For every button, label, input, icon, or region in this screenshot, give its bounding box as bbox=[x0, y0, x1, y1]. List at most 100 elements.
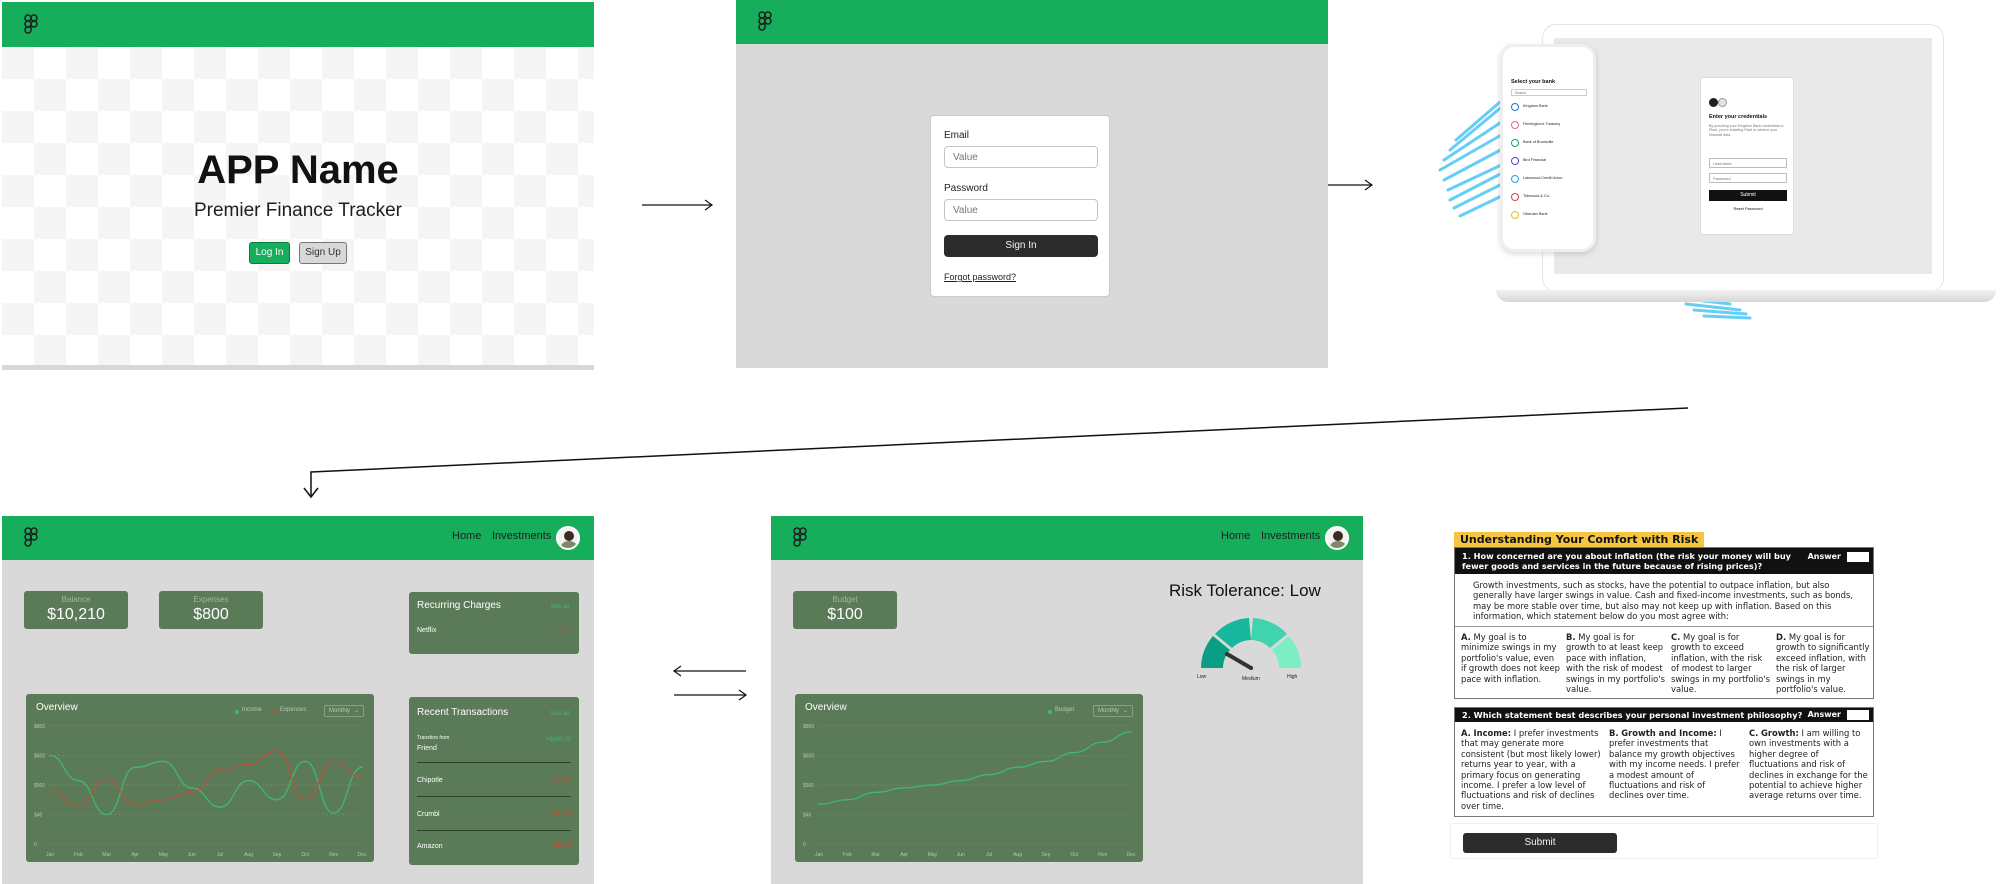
avatar[interactable] bbox=[556, 526, 580, 550]
gauge-high-label: High bbox=[1287, 674, 1298, 680]
password-field[interactable] bbox=[944, 199, 1098, 221]
q1-option-b[interactable]: B. My goal is for growth to at least kee… bbox=[1566, 632, 1666, 694]
list-item[interactable]: Tidewood & Co. bbox=[1511, 191, 1591, 209]
data-point bbox=[304, 760, 307, 763]
answer-box[interactable] bbox=[1847, 552, 1869, 562]
y-tick-label: $500 bbox=[803, 783, 814, 789]
y-tick-label: $40 bbox=[34, 813, 43, 819]
x-tick-label: Feb bbox=[843, 852, 852, 858]
reset-password-link[interactable]: Reset Password bbox=[1709, 206, 1787, 211]
x-tick-label: Mar bbox=[871, 852, 880, 858]
balance-label: Balance bbox=[61, 595, 91, 604]
risk-quiz: Understanding Your Comfort with Risk 1. … bbox=[1448, 528, 2000, 868]
question-1-title: 1. How concerned are you about inflation… bbox=[1462, 551, 1792, 571]
flow-arrow-bidirectional bbox=[672, 665, 748, 701]
investments-line-chart: 0 $40 $500 $600 $800 Jan Feb Mar Apr May Jun Jul Aug… bbox=[803, 724, 1136, 858]
phone-title: Select your bank bbox=[1511, 79, 1556, 85]
data-point bbox=[1016, 766, 1019, 769]
bank-icon bbox=[1511, 211, 1519, 219]
bank-icon bbox=[1511, 121, 1519, 129]
period-select[interactable]: Monthly ⌄ bbox=[1093, 705, 1133, 717]
email-field[interactable] bbox=[944, 146, 1098, 168]
password-label: Password bbox=[944, 183, 988, 194]
quiz-submit-button[interactable]: Submit bbox=[1463, 833, 1617, 853]
budget-label: Budget bbox=[832, 595, 858, 604]
legend-income: Income bbox=[242, 707, 262, 713]
bank-search-input[interactable] bbox=[1511, 89, 1587, 96]
figma-logo-icon bbox=[24, 14, 38, 34]
data-point bbox=[49, 754, 51, 757]
list-item[interactable]: Bank of Brunsville bbox=[1511, 137, 1591, 155]
list-item[interactable]: Flemington's Treasury bbox=[1511, 119, 1591, 137]
q2-option-a[interactable]: A. Income: I prefer investments that may… bbox=[1461, 728, 1601, 811]
forgot-password-link[interactable]: Forgot password? bbox=[944, 272, 1016, 282]
flow-arrow-right bbox=[1328, 179, 1374, 191]
modal-title: Enter your credentials bbox=[1709, 114, 1768, 120]
q1-option-d[interactable]: D. My goal is for growth to significantl… bbox=[1776, 632, 1872, 694]
list-item[interactable]: Oberdan Bank bbox=[1511, 209, 1591, 227]
recurring-see-all-link[interactable]: See all bbox=[551, 604, 569, 610]
nav-investments[interactable]: Investments bbox=[1261, 530, 1320, 542]
q1-option-c[interactable]: C. My goal is for growth to exceed infla… bbox=[1671, 632, 1771, 694]
bank-icon bbox=[1511, 139, 1519, 147]
transaction-row[interactable]: Amazon -$56.00 bbox=[417, 839, 571, 859]
transaction-row[interactable]: Friend +$100.00 bbox=[417, 737, 571, 763]
data-point bbox=[77, 804, 80, 807]
nav-investments[interactable]: Investments bbox=[492, 530, 551, 542]
signup-button[interactable]: Sign Up bbox=[299, 242, 347, 264]
list-item[interactable]: Lakewood Credit Union bbox=[1511, 173, 1591, 191]
data-point bbox=[959, 779, 962, 782]
data-point bbox=[105, 778, 108, 780]
x-tick-label: May bbox=[159, 852, 169, 858]
data-point bbox=[304, 798, 307, 801]
legend-budget-dot bbox=[1048, 710, 1052, 714]
expenses-card: Expenses $800 bbox=[159, 591, 263, 629]
bank-submit-button[interactable]: Submit bbox=[1709, 190, 1787, 201]
data-point bbox=[247, 763, 250, 766]
dashboard-frame: Home Investments Balance $10,210 Expense… bbox=[2, 516, 594, 884]
data-point bbox=[105, 813, 108, 816]
email-label: Email bbox=[944, 130, 970, 141]
expenses-value: $800 bbox=[193, 606, 229, 623]
x-tick-label: Apr bbox=[900, 852, 908, 858]
signin-button[interactable]: Sign In bbox=[944, 235, 1098, 257]
transaction-amount: -$24.00 bbox=[550, 811, 571, 817]
x-tick-label: Jul bbox=[986, 852, 992, 858]
transaction-amount: -$56.00 bbox=[550, 843, 571, 849]
modal-body: By providing your Kingdom Bank credentia… bbox=[1709, 124, 1784, 137]
period-select[interactable]: Monthly ⌄ bbox=[324, 705, 364, 717]
q2-option-b[interactable]: B. Growth and Income: I prefer investmen… bbox=[1609, 728, 1741, 801]
answer-label: Answer bbox=[1807, 552, 1841, 561]
x-tick-label: Jul bbox=[217, 852, 223, 858]
list-item[interactable]: Kingdom Bank bbox=[1511, 101, 1591, 119]
data-point bbox=[247, 779, 250, 782]
x-tick-label: Dec bbox=[358, 852, 367, 858]
divider bbox=[1455, 626, 1873, 627]
x-tick-label: Nov bbox=[329, 852, 338, 858]
x-tick-label: Apr bbox=[131, 852, 139, 858]
q1-option-a[interactable]: A. My goal is to minimize swings in my p… bbox=[1461, 632, 1561, 684]
overview-title: Overview bbox=[805, 702, 847, 713]
login-button[interactable]: Log In bbox=[249, 242, 290, 264]
data-point bbox=[361, 766, 363, 769]
transactions-subtitle: Transfers from bbox=[417, 735, 450, 741]
nav-home[interactable]: Home bbox=[1221, 530, 1250, 542]
transaction-row[interactable]: Chipotle -$12.00 bbox=[417, 773, 571, 797]
list-item[interactable]: Bird Financial bbox=[1511, 155, 1591, 173]
avatar[interactable] bbox=[1325, 526, 1349, 550]
frame-bottom-edge bbox=[2, 365, 594, 370]
data-point bbox=[874, 791, 877, 794]
data-point bbox=[931, 784, 934, 786]
landing-frame: APP Name Premier Finance Tracker Log In … bbox=[2, 2, 594, 370]
gauge-medium-label: Medium bbox=[1242, 676, 1260, 682]
answer-box[interactable] bbox=[1847, 710, 1869, 720]
transactions-see-all-link[interactable]: See all bbox=[551, 711, 569, 717]
bank-password-field[interactable] bbox=[1709, 173, 1787, 183]
q2-option-c[interactable]: C. Growth: I am willing to own investmen… bbox=[1749, 728, 1869, 801]
transaction-row[interactable]: Crumbl -$24.00 bbox=[417, 807, 571, 831]
recurring-item-name: Netflix bbox=[417, 627, 437, 634]
bank-logo-icon bbox=[1709, 98, 1718, 107]
username-field[interactable] bbox=[1709, 158, 1787, 168]
nav-home[interactable]: Home bbox=[452, 530, 481, 542]
data-point bbox=[134, 766, 136, 769]
